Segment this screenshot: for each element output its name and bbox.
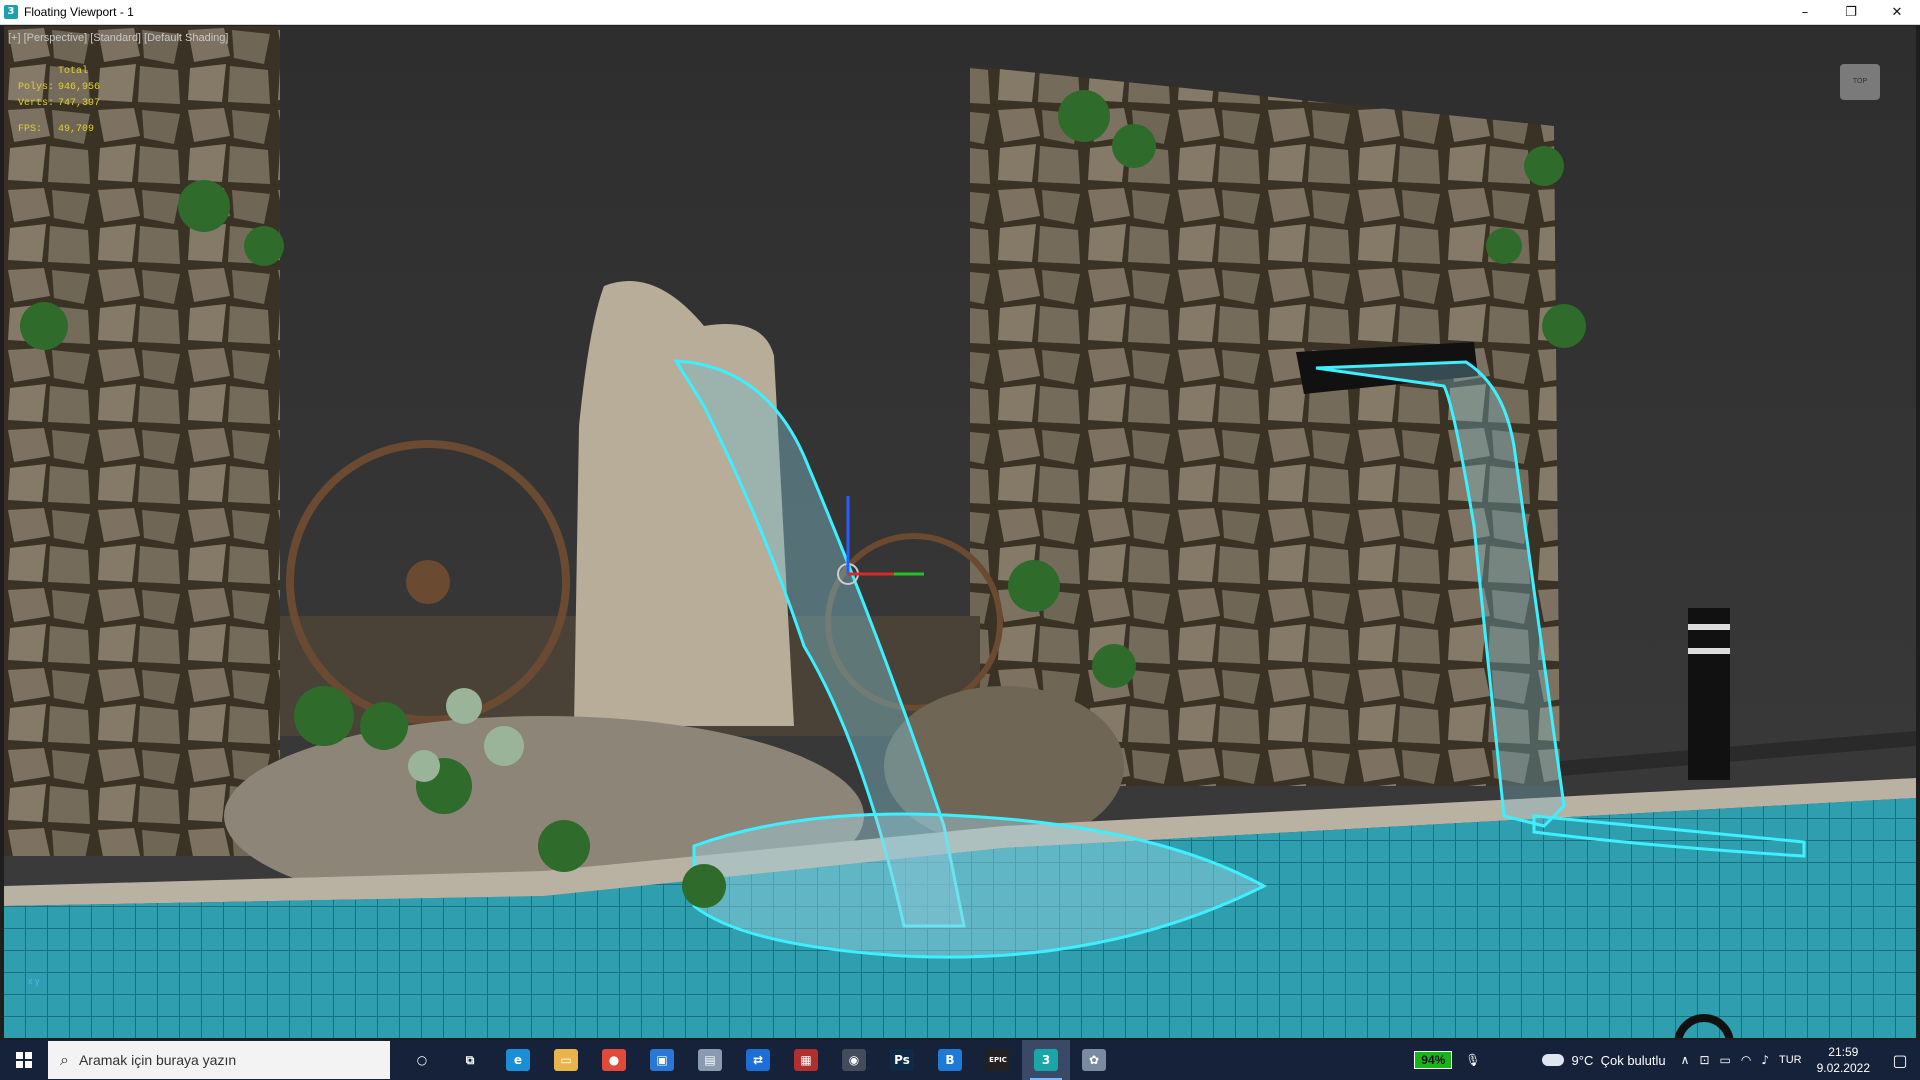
- task-view-taskbar-button[interactable]: ⧉: [446, 1040, 494, 1080]
- winrar-icon: ▦: [794, 1049, 818, 1071]
- verts-value: 747,397: [58, 98, 101, 109]
- photoshop-icon: Ps: [890, 1049, 914, 1071]
- 3ds-max-icon: 3: [1034, 1049, 1058, 1071]
- cortana-icon: ○: [416, 1053, 428, 1067]
- minimize-button[interactable]: –: [1782, 0, 1828, 24]
- windows-logo-icon: [16, 1052, 32, 1068]
- viewport-statistics: Total Polys: 946,956 Verts: 747,397 FPS: 49…: [18, 64, 118, 138]
- teamviewer-icon: ⇄: [746, 1049, 770, 1071]
- window-controls: – ❐ ✕: [1782, 0, 1920, 24]
- polys-value: 946,956: [58, 82, 101, 93]
- polys-label: Polys:: [18, 82, 55, 93]
- battery-indicator[interactable]: 94%: [1414, 1051, 1453, 1069]
- cortana-taskbar-button[interactable]: ○: [398, 1040, 446, 1080]
- close-button[interactable]: ✕: [1874, 0, 1920, 24]
- wifi-icon[interactable]: ◠: [1741, 1053, 1751, 1067]
- start-button[interactable]: [0, 1040, 48, 1080]
- b-app-taskbar-button[interactable]: B: [926, 1040, 974, 1080]
- fps-value: 49,709: [58, 124, 95, 135]
- window-title: Floating Viewport - 1: [24, 5, 134, 19]
- fps-label: FPS:: [18, 124, 43, 135]
- viewcube[interactable]: TOP: [1840, 64, 1880, 100]
- teamviewer-taskbar-button[interactable]: ⇄: [734, 1040, 782, 1080]
- clock-time: 21:59: [1828, 1045, 1859, 1059]
- stats-header: Total: [58, 66, 89, 77]
- file-explorer-taskbar-button[interactable]: ▭: [542, 1040, 590, 1080]
- axis-tripod-icon: x y: [28, 976, 40, 986]
- edge-taskbar-button[interactable]: e: [494, 1040, 542, 1080]
- taskbar-search[interactable]: ⌕ Aramak için buraya yazın: [48, 1041, 390, 1079]
- misc-app-icon: ✿: [1082, 1049, 1106, 1071]
- verts-label: Verts:: [18, 98, 55, 109]
- mic-icon[interactable]: 🎙: [1465, 1053, 1480, 1067]
- photos-taskbar-button[interactable]: ▤: [686, 1040, 734, 1080]
- perspective-viewport[interactable]: [+] [Perspective] [Standard] [Default Sh…: [4, 26, 1916, 1038]
- restore-button[interactable]: ❐: [1828, 0, 1874, 24]
- scene-render[interactable]: [4, 26, 1916, 1038]
- epic-games-icon: EPIC: [986, 1049, 1010, 1071]
- store-taskbar-button[interactable]: ▣: [638, 1040, 686, 1080]
- notification-icon[interactable]: ▢: [1880, 1040, 1920, 1080]
- epic-games-taskbar-button[interactable]: EPIC: [974, 1040, 1022, 1080]
- title-bar: 3 Floating Viewport - 1 – ❐ ✕: [0, 0, 1920, 25]
- store-icon: ▣: [650, 1049, 674, 1071]
- language-indicator[interactable]: TUR: [1779, 1054, 1802, 1066]
- clock[interactable]: 21:59 9.02.2022: [1817, 1044, 1870, 1076]
- camera-icon: ◉: [842, 1049, 866, 1071]
- cloud-icon: [1541, 1054, 1564, 1066]
- file-explorer-icon: ▭: [554, 1049, 578, 1071]
- search-placeholder: Aramak için buraya yazın: [78, 1052, 237, 1068]
- weather-text: Çok bulutlu: [1600, 1052, 1666, 1068]
- 3ds-max-taskbar-button[interactable]: 3: [1022, 1040, 1070, 1080]
- b-app-icon: B: [938, 1049, 962, 1071]
- viewport-label[interactable]: [+] [Perspective] [Standard] [Default Sh…: [8, 32, 228, 44]
- weather-widget[interactable]: 9°C Çok bulutlu: [1541, 1052, 1666, 1068]
- volume-icon[interactable]: ♪: [1761, 1053, 1769, 1067]
- chrome-icon: ●: [602, 1049, 626, 1071]
- bollard-light: [1688, 608, 1730, 780]
- taskbar-apps: ○ ⧉ e ▭ ● ▣ ▤ ⇄ ▦ ◉ Ps B EPIC 3 ✿: [398, 1040, 1118, 1080]
- misc-app-taskbar-button[interactable]: ✿: [1070, 1040, 1118, 1080]
- windows-taskbar: ⌕ Aramak için buraya yazın ○ ⧉ e ▭ ● ▣ ▤ ⇄ ▦ ◉ Ps B…: [0, 1040, 1920, 1080]
- winrar-taskbar-button[interactable]: ▦: [782, 1040, 830, 1080]
- clock-date: 9.02.2022: [1816, 1061, 1870, 1075]
- battery-icon[interactable]: ▭: [1720, 1053, 1731, 1067]
- 3ds-max-icon: 3: [4, 5, 18, 19]
- left-stone-wall: [4, 26, 280, 856]
- task-view-icon: ⧉: [465, 1052, 475, 1067]
- camera-taskbar-button[interactable]: ◉: [830, 1040, 878, 1080]
- search-icon: ⌕: [60, 1050, 69, 1069]
- photoshop-taskbar-button[interactable]: Ps: [878, 1040, 926, 1080]
- system-tray: 94% 🎙 9°C Çok bulutlu ∧ ⊡ ▭ ◠ ♪ TUR 21:5…: [1414, 1040, 1920, 1080]
- chevron-up-icon[interactable]: ∧: [1681, 1053, 1690, 1067]
- weather-temp: 9°C: [1571, 1052, 1594, 1068]
- edge-icon: e: [506, 1049, 530, 1071]
- photos-icon: ▤: [698, 1049, 722, 1071]
- meet-icon[interactable]: ⊡: [1699, 1053, 1709, 1067]
- chrome-taskbar-button[interactable]: ●: [590, 1040, 638, 1080]
